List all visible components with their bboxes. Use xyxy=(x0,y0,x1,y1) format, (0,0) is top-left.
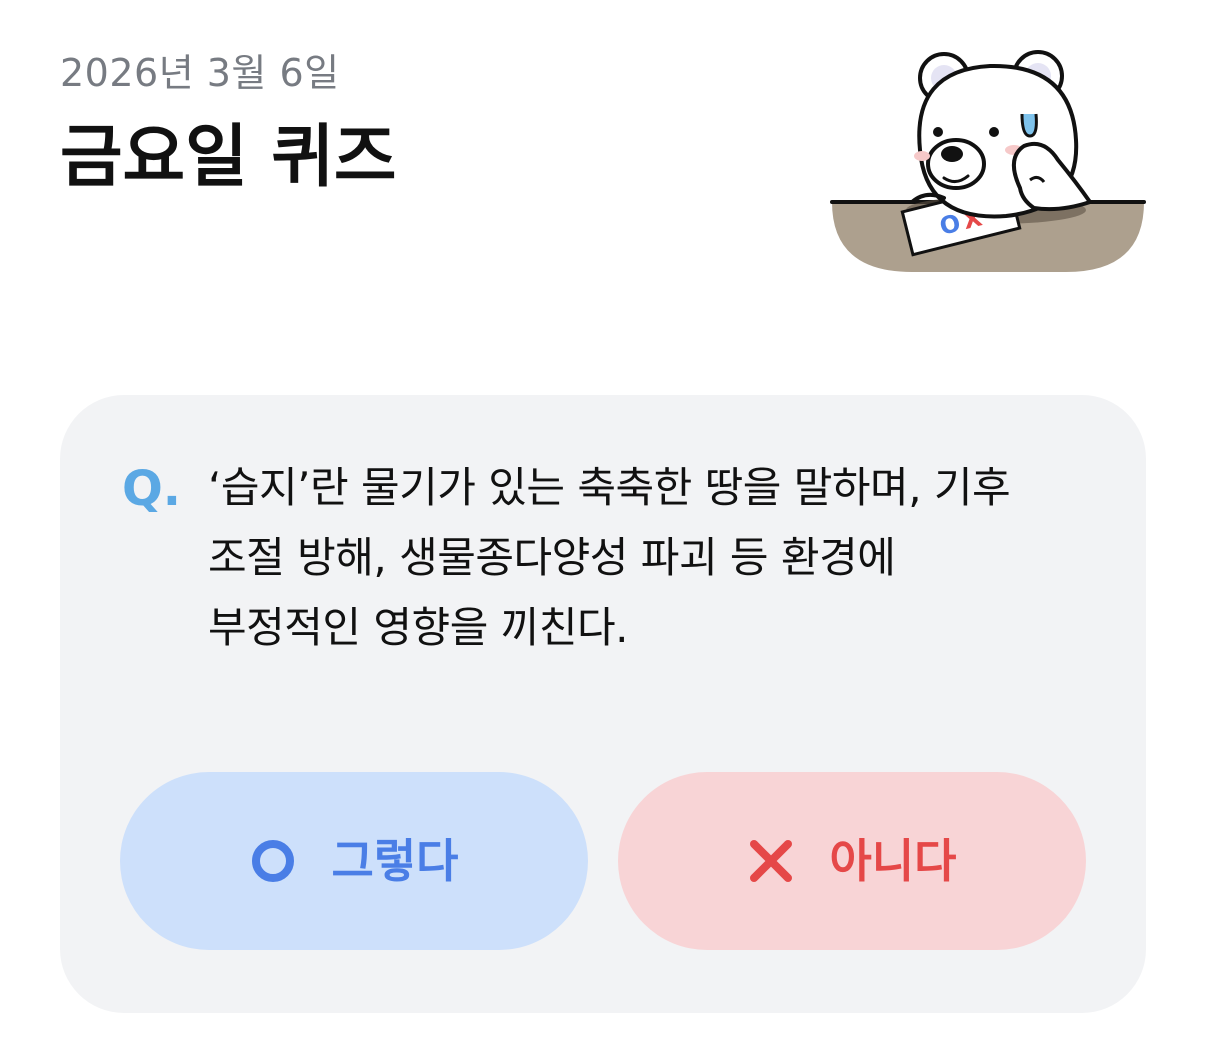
quiz-card: Q. ‘습지’란 물기가 있는 축축한 땅을 말하며, 기후 조절 방해, 생물… xyxy=(60,395,1146,1013)
circle-o-icon xyxy=(250,838,296,884)
answer-yes-button[interactable]: 그렇다 xyxy=(120,772,588,950)
question-line: ‘습지’란 물기가 있는 축축한 땅을 말하며, 기후 xyxy=(208,463,1011,512)
question-marker: Q. xyxy=(122,461,182,517)
answer-no-button[interactable]: 아니다 xyxy=(618,772,1086,950)
cross-x-icon xyxy=(748,838,794,884)
page-title: 금요일 퀴즈 xyxy=(60,118,397,197)
answer-no-label: 아니다 xyxy=(829,834,957,888)
question-text: ‘습지’란 물기가 있는 축축한 땅을 말하며, 기후 조절 방해, 생물종다양… xyxy=(208,453,1088,663)
answer-yes-label: 그렇다 xyxy=(331,834,459,888)
polar-bear-thinking-icon: O X xyxy=(826,40,1152,280)
question-line: 부정적인 영향을 끼친다. xyxy=(208,603,628,652)
question-line: 조절 방해, 생물종다양성 파괴 등 환경에 xyxy=(208,533,896,582)
date-label: 2026년 3월 6일 xyxy=(60,51,340,95)
